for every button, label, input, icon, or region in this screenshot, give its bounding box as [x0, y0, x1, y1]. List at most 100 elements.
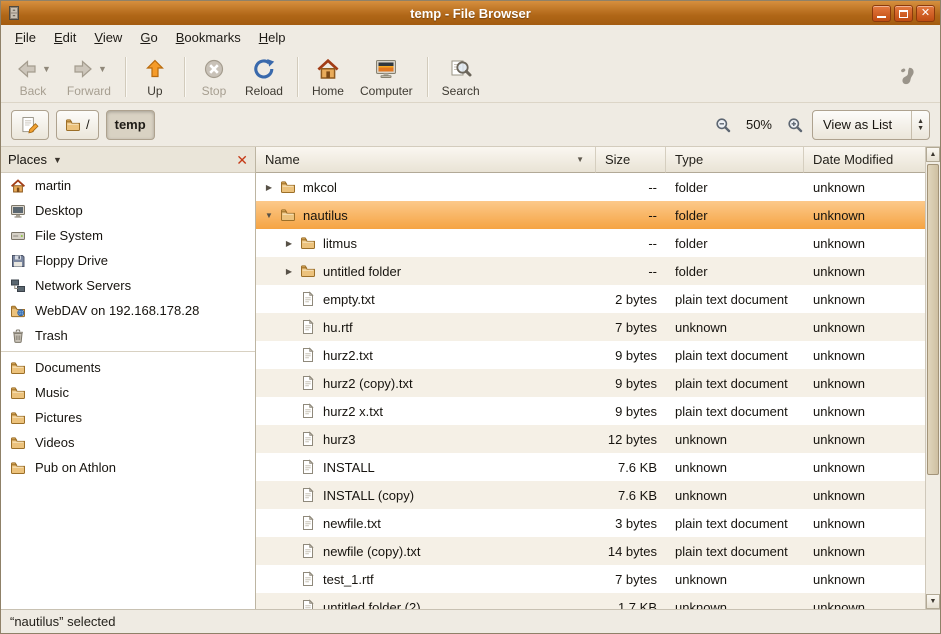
- file-row-litmus[interactable]: ▶litmus--folderunknown: [256, 229, 925, 257]
- sidebar-item-file-system[interactable]: File System: [1, 223, 255, 248]
- type-cell: plain text document: [666, 537, 804, 565]
- expander-collapsed-icon[interactable]: ▶: [282, 239, 296, 248]
- path-button-temp[interactable]: temp: [106, 110, 155, 140]
- toolbar-buttons: ▼Back▼Forward Up StopReload HomeComputer Sea…: [7, 53, 488, 100]
- spinner-arrows-icon[interactable]: ▲▼: [911, 111, 929, 139]
- scroll-down-button[interactable]: ▼: [926, 594, 940, 609]
- content-area: Places ▼ ✕ martinDesktopFile SystemFlopp…: [1, 147, 940, 609]
- chevron-down-icon[interactable]: ▼: [98, 64, 107, 74]
- expander-expanded-icon[interactable]: ▼: [262, 211, 276, 220]
- menu-item-bookmarks[interactable]: Bookmarks: [167, 25, 250, 51]
- toolbar-forward-button[interactable]: ▼Forward: [59, 54, 119, 100]
- file-list-header: Name ▼ Size Type Date Modified: [256, 147, 925, 173]
- toolbar-search-button[interactable]: Search: [434, 54, 488, 100]
- file-row-nautilus[interactable]: ▼nautilus--folderunknown: [256, 201, 925, 229]
- folder-icon: [300, 263, 316, 279]
- toolbar-home-button[interactable]: Home: [304, 54, 352, 100]
- sidebar-item-webdav-on-192-168-178-28[interactable]: WebDAV on 192.168.178.28: [1, 298, 255, 323]
- column-header-type[interactable]: Type: [666, 147, 804, 173]
- scrollbar-thumb[interactable]: [927, 164, 939, 475]
- file-row-untitled-folder[interactable]: ▶untitled folder--folderunknown: [256, 257, 925, 285]
- name-cell: INSTALL: [256, 453, 596, 481]
- file-row-hurz3[interactable]: hurz312 bytesunknownunknown: [256, 425, 925, 453]
- file-row-hu-rtf[interactable]: hu.rtf7 bytesunknownunknown: [256, 313, 925, 341]
- toolbar-stop-button[interactable]: Stop: [191, 54, 237, 100]
- file-row-empty-txt[interactable]: empty.txt2 bytesplain text documentunkno…: [256, 285, 925, 313]
- sidebar-item-martin[interactable]: martin: [1, 173, 255, 198]
- edit-location-icon: [20, 115, 40, 135]
- file-row-test-1-rtf[interactable]: test_1.rtf7 bytesunknownunknown: [256, 565, 925, 593]
- zoom-out-button[interactable]: [713, 115, 733, 135]
- close-button[interactable]: ✕: [916, 5, 935, 22]
- edit-location-button[interactable]: [11, 110, 49, 140]
- date-modified-cell: unknown: [804, 509, 925, 537]
- vertical-scrollbar[interactable]: ▲ ▼: [925, 147, 940, 609]
- file-row-hurz2-copy-txt[interactable]: hurz2 (copy).txt9 bytesplain text docume…: [256, 369, 925, 397]
- date-modified-cell: unknown: [804, 173, 925, 201]
- expander-collapsed-icon[interactable]: ▶: [262, 183, 276, 192]
- date-modified-cell: unknown: [804, 481, 925, 509]
- sidebar-item-documents[interactable]: Documents: [1, 355, 255, 380]
- home-icon: [10, 178, 26, 194]
- expander-collapsed-icon[interactable]: ▶: [282, 267, 296, 276]
- name-cell: hurz2.txt: [256, 341, 596, 369]
- file-row-install-copy[interactable]: INSTALL (copy)7.6 KBunknownunknown: [256, 481, 925, 509]
- zoom-in-button[interactable]: [785, 115, 805, 135]
- sidebar-item-pictures[interactable]: Pictures: [1, 405, 255, 430]
- menu-item-file[interactable]: File: [6, 25, 45, 51]
- back-icon: [15, 57, 39, 81]
- sidebar-item-music[interactable]: Music: [1, 380, 255, 405]
- date-modified-cell: unknown: [804, 425, 925, 453]
- toolbar-reload-button[interactable]: Reload: [237, 54, 291, 100]
- sidebar-item-floppy-drive[interactable]: Floppy Drive: [1, 248, 255, 273]
- toolbar-up-button[interactable]: Up: [132, 54, 178, 100]
- sidebar-item-videos[interactable]: Videos: [1, 430, 255, 455]
- file-icon: [300, 347, 316, 363]
- view-as-dropdown[interactable]: View as List ▲▼: [812, 110, 930, 140]
- column-header-size[interactable]: Size: [596, 147, 666, 173]
- toolbar-back-button[interactable]: ▼Back: [7, 54, 59, 100]
- file-row-mkcol[interactable]: ▶mkcol--folderunknown: [256, 173, 925, 201]
- menu-item-edit[interactable]: Edit: [45, 25, 85, 51]
- close-sidebar-button[interactable]: ✕: [236, 153, 248, 167]
- sidebar-item-trash[interactable]: Trash: [1, 323, 255, 348]
- type-cell: plain text document: [666, 341, 804, 369]
- menu-item-help[interactable]: Help: [250, 25, 295, 51]
- file-cabinet-icon: [6, 5, 22, 21]
- places-label: Places: [8, 152, 47, 167]
- file-row-hurz2-txt[interactable]: hurz2.txt9 bytesplain text documentunkno…: [256, 341, 925, 369]
- sidebar-item-desktop[interactable]: Desktop: [1, 198, 255, 223]
- titlebar[interactable]: temp - File Browser ✕: [1, 1, 940, 25]
- name-cell: hurz2 x.txt: [256, 397, 596, 425]
- file-icon: [300, 459, 316, 475]
- file-row-newfile-copy-txt[interactable]: newfile (copy).txt14 bytesplain text doc…: [256, 537, 925, 565]
- toolbar-separator: [184, 57, 185, 97]
- sidebar-separator: [1, 351, 255, 352]
- toolbar-computer-button[interactable]: Computer: [352, 54, 421, 100]
- file-row-install[interactable]: INSTALL7.6 KBunknownunknown: [256, 453, 925, 481]
- places-selector-button[interactable]: Places ▼: [8, 152, 62, 167]
- file-row-untitled-folder-2[interactable]: untitled folder (2)1.7 KBunknownunknown: [256, 593, 925, 609]
- maximize-button[interactable]: [894, 5, 913, 22]
- date-modified-cell: unknown: [804, 313, 925, 341]
- menu-item-go[interactable]: Go: [131, 25, 166, 51]
- minimize-button[interactable]: [872, 5, 891, 22]
- chevron-down-icon[interactable]: ▼: [42, 64, 51, 74]
- column-header-date-modified[interactable]: Date Modified: [804, 147, 925, 173]
- menu-item-view[interactable]: View: [85, 25, 131, 51]
- column-header-name[interactable]: Name ▼: [256, 147, 596, 173]
- home-icon: [316, 57, 340, 81]
- folder-icon: [65, 117, 81, 133]
- file-row-hurz2-x-txt[interactable]: hurz2 x.txt9 bytesplain text documentunk…: [256, 397, 925, 425]
- sidebar-item-network-servers[interactable]: Network Servers: [1, 273, 255, 298]
- scrollbar-track[interactable]: [926, 162, 940, 594]
- file-icon: [300, 403, 316, 419]
- forward-icon: [71, 57, 95, 81]
- file-row-newfile-txt[interactable]: newfile.txt3 bytesplain text documentunk…: [256, 509, 925, 537]
- path-button-root[interactable]: /: [56, 110, 99, 140]
- desktop-icon: [10, 203, 26, 219]
- network-icon: [10, 278, 26, 294]
- size-cell: 9 bytes: [596, 341, 666, 369]
- scroll-up-button[interactable]: ▲: [926, 147, 940, 162]
- sidebar-item-pub-on-athlon[interactable]: Pub on Athlon: [1, 455, 255, 480]
